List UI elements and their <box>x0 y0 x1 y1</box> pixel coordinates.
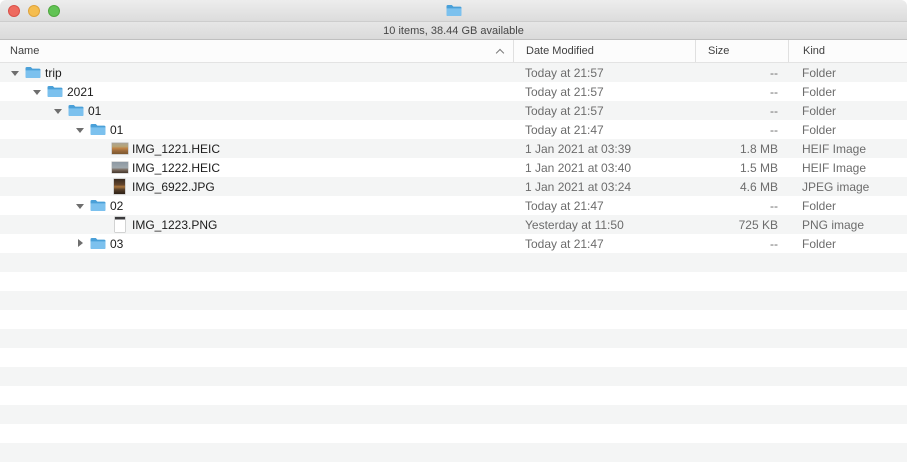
folder-icon <box>24 63 41 82</box>
file-row-2021[interactable]: 2021 Today at 21:57--Folder <box>0 82 907 101</box>
date-modified-value: 1 Jan 2021 at 03:24 <box>513 177 695 196</box>
file-row-img-1222-heic[interactable]: IMG_1222.HEIC 1 Jan 2021 at 03:401.5 MBHE… <box>0 158 907 177</box>
column-label: Date Modified <box>526 45 594 57</box>
file-name: 01 <box>88 104 101 118</box>
disclosure-spacer <box>97 158 111 177</box>
close-button[interactable] <box>8 5 20 17</box>
file-list: tripToday at 21:57--Folder2021Today at 2… <box>0 63 907 470</box>
column-label: Kind <box>803 45 825 57</box>
disclosure-triangle-open[interactable] <box>75 120 89 139</box>
date-modified-value: Today at 21:47 <box>513 196 695 215</box>
file-row-02[interactable]: 02 Today at 21:47--Folder <box>0 196 907 215</box>
date-modified-value: Today at 21:57 <box>513 82 695 101</box>
kind-value: Folder <box>788 63 907 82</box>
finder-window: 10 items, 38.44 GB available Name Date M… <box>0 0 907 470</box>
file-name: trip <box>45 66 62 80</box>
sort-ascending-icon <box>497 48 504 55</box>
file-name: 02 <box>110 199 123 213</box>
file-row-01[interactable]: 01 Today at 21:57--Folder <box>0 101 907 120</box>
file-row-03[interactable]: 03 Today at 21:47--Folder <box>0 234 907 253</box>
folder-icon <box>46 82 63 101</box>
column-label: Size <box>708 45 729 57</box>
kind-value: Folder <box>788 234 907 253</box>
column-header-name[interactable]: Name <box>0 40 513 62</box>
size-value: -- <box>695 63 788 82</box>
minimize-button[interactable] <box>28 5 40 17</box>
size-value: -- <box>695 120 788 139</box>
date-modified-value: 1 Jan 2021 at 03:40 <box>513 158 695 177</box>
file-row-img-6922-jpg[interactable]: IMG_6922.JPG 1 Jan 2021 at 03:244.6 MBJPE… <box>0 177 907 196</box>
file-row-01[interactable]: 01 Today at 21:47--Folder <box>0 120 907 139</box>
zoom-button[interactable] <box>48 5 60 17</box>
file-name: IMG_6922.JPG <box>132 180 215 194</box>
kind-value: JPEG image <box>788 177 907 196</box>
disclosure-triangle-open[interactable] <box>75 196 89 215</box>
file-thumbnail-icon <box>111 177 128 196</box>
kind-value: Folder <box>788 196 907 215</box>
size-value: 725 KB <box>695 215 788 234</box>
status-text: 10 items, 38.44 GB available <box>383 25 524 37</box>
disclosure-spacer <box>97 215 111 234</box>
file-row-img-1221-heic[interactable]: IMG_1221.HEIC 1 Jan 2021 at 03:391.8 MBHE… <box>0 139 907 158</box>
size-value: -- <box>695 101 788 120</box>
file-row-trip[interactable]: trip Today at 21:57--Folder <box>0 63 907 82</box>
file-row-img-1223-png[interactable]: IMG_1223.PNG Yesterday at 11:50725 KBPNG … <box>0 215 907 234</box>
size-value: 1.8 MB <box>695 139 788 158</box>
date-modified-value: 1 Jan 2021 at 03:39 <box>513 139 695 158</box>
disclosure-spacer <box>97 139 111 158</box>
file-thumbnail-icon <box>111 139 128 158</box>
column-label: Name <box>10 45 39 57</box>
folder-icon <box>89 120 106 139</box>
file-thumbnail-icon <box>111 215 128 234</box>
file-name: IMG_1221.HEIC <box>132 142 220 156</box>
disclosure-triangle-closed[interactable] <box>75 234 89 253</box>
kind-value: Folder <box>788 120 907 139</box>
size-value: -- <box>695 196 788 215</box>
folder-icon <box>89 234 106 253</box>
disclosure-triangle-open[interactable] <box>53 101 67 120</box>
file-name: IMG_1222.HEIC <box>132 161 220 175</box>
folder-icon <box>67 101 84 120</box>
titlebar-folder-icon <box>445 4 462 18</box>
size-value: -- <box>695 234 788 253</box>
file-name: 2021 <box>67 85 94 99</box>
titlebar[interactable] <box>0 0 907 22</box>
disclosure-triangle-open[interactable] <box>10 63 24 82</box>
column-header-kind[interactable]: Kind <box>788 40 907 62</box>
kind-value: Folder <box>788 101 907 120</box>
kind-value: PNG image <box>788 215 907 234</box>
disclosure-spacer <box>97 177 111 196</box>
size-value: 4.6 MB <box>695 177 788 196</box>
date-modified-value: Yesterday at 11:50 <box>513 215 695 234</box>
column-header-size[interactable]: Size <box>695 40 788 62</box>
kind-value: HEIF Image <box>788 158 907 177</box>
size-value: -- <box>695 82 788 101</box>
kind-value: HEIF Image <box>788 139 907 158</box>
column-header-date-modified[interactable]: Date Modified <box>513 40 695 62</box>
date-modified-value: Today at 21:47 <box>513 120 695 139</box>
file-name: 01 <box>110 123 123 137</box>
file-name: 03 <box>110 237 123 251</box>
date-modified-value: Today at 21:57 <box>513 101 695 120</box>
traffic-lights <box>8 5 60 17</box>
folder-icon <box>89 196 106 215</box>
status-bar: 10 items, 38.44 GB available <box>0 22 907 40</box>
file-name: IMG_1223.PNG <box>132 218 217 232</box>
size-value: 1.5 MB <box>695 158 788 177</box>
file-thumbnail-icon <box>111 158 128 177</box>
date-modified-value: Today at 21:57 <box>513 63 695 82</box>
column-headers: Name Date Modified Size Kind <box>0 40 907 63</box>
date-modified-value: Today at 21:47 <box>513 234 695 253</box>
kind-value: Folder <box>788 82 907 101</box>
disclosure-triangle-open[interactable] <box>32 82 46 101</box>
